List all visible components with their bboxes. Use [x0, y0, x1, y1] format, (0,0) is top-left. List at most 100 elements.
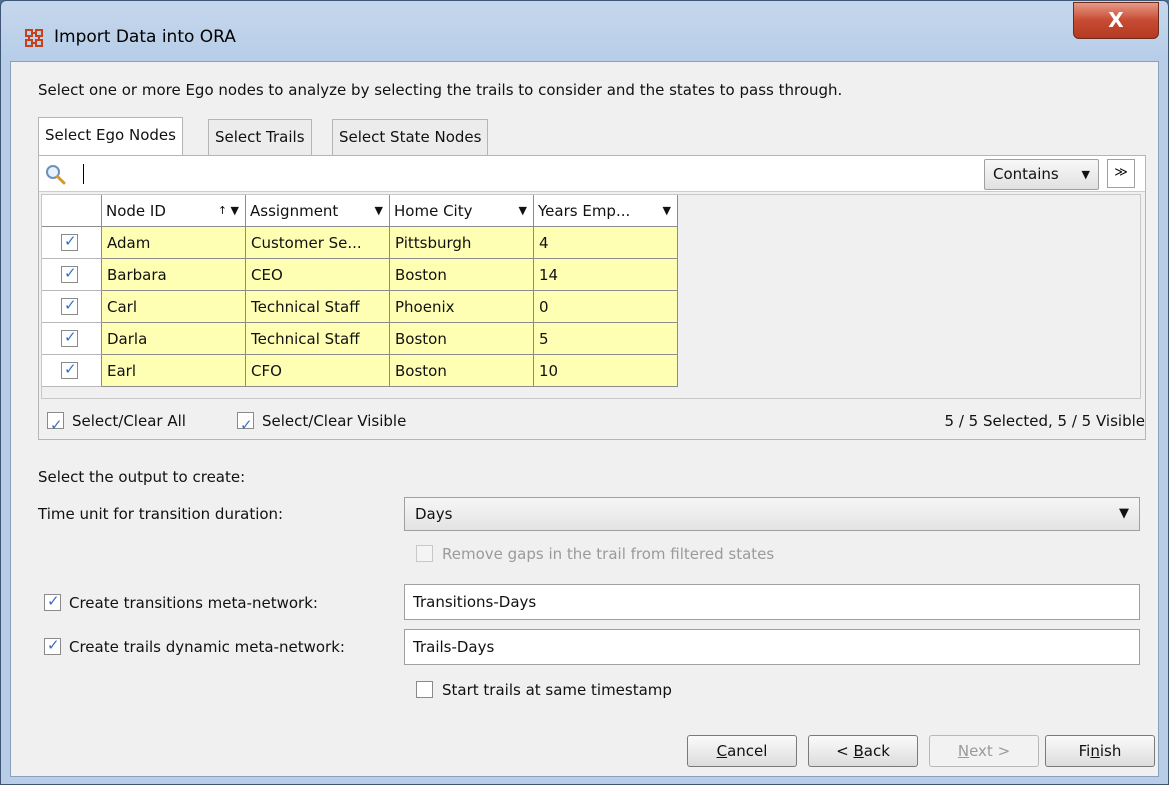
ora-app-icon	[25, 29, 43, 47]
cell-assignment[interactable]: Technical Staff	[246, 291, 390, 323]
checkbox-column-header	[42, 195, 102, 227]
row-checkbox[interactable]	[61, 360, 78, 379]
cell-years-employed[interactable]: 14	[534, 259, 678, 291]
cell-assignment[interactable]: CEO	[246, 259, 390, 291]
dialog-content: Select one or more Ego nodes to analyze …	[10, 61, 1159, 777]
column-header-assignment[interactable]: Assignment ▼	[246, 195, 390, 227]
checkbox-label: Create transitions meta-network:	[69, 594, 318, 612]
column-header-label: Assignment	[250, 202, 339, 220]
mnemonic-letter: n	[1090, 742, 1100, 760]
ego-nodes-panel: Contains ▼ ≫ Node ID ↑ ▼ Assignment ▼ Ho…	[38, 155, 1146, 440]
create-transitions-checkbox[interactable]: Create transitions meta-network:	[44, 592, 318, 612]
checkbox[interactable]	[44, 592, 61, 611]
row-checkbox-cell	[42, 259, 102, 291]
selection-controls: Select/Clear All Select/Clear Visible 5 …	[39, 406, 1145, 440]
search-icon	[46, 165, 66, 185]
sort-ascending-icon: ↑ ▼	[217, 204, 239, 217]
button-label-pre: Fi	[1078, 742, 1091, 760]
tab-select-ego-nodes[interactable]: Select Ego Nodes	[38, 117, 183, 155]
mnemonic-letter: B	[853, 742, 864, 760]
button-label-post: ish	[1099, 742, 1122, 760]
select-clear-all-checkbox[interactable]: Select/Clear All	[47, 406, 186, 440]
checkbox[interactable]	[47, 410, 64, 440]
close-icon: X	[1108, 8, 1124, 32]
cell-node-id[interactable]: Carl	[102, 291, 246, 323]
start-trails-checkbox[interactable]: Start trails at same timestamp	[416, 681, 672, 699]
checkbox-label: Create trails dynamic meta-network:	[69, 638, 345, 656]
cancel-button[interactable]: Cancel	[687, 735, 797, 767]
match-mode-dropdown[interactable]: Contains ▼	[984, 159, 1099, 190]
column-header-label: Node ID	[106, 202, 166, 220]
checkbox-label: Select/Clear All	[72, 412, 186, 430]
row-checkbox-cell	[42, 227, 102, 259]
cell-home-city[interactable]: Boston	[390, 323, 534, 355]
title-bar[interactable]: Import Data into ORA X	[1, 1, 1168, 61]
expand-options-button[interactable]: ≫	[1107, 159, 1135, 188]
column-header-years-employed[interactable]: Years Emp... ▼	[534, 195, 678, 227]
next-button[interactable]: Next >	[929, 735, 1039, 767]
cell-years-employed[interactable]: 0	[534, 291, 678, 323]
checkbox[interactable]	[416, 681, 433, 698]
chevron-down-icon: ▼	[374, 204, 383, 217]
column-header-node-id[interactable]: Node ID ↑ ▼	[102, 195, 246, 227]
create-trails-checkbox[interactable]: Create trails dynamic meta-network:	[44, 636, 345, 656]
tab-select-trails[interactable]: Select Trails	[208, 119, 312, 155]
row-checkbox[interactable]	[61, 296, 78, 315]
mnemonic-letter: N	[957, 742, 970, 760]
cell-home-city[interactable]: Phoenix	[390, 291, 534, 323]
trails-name-field[interactable]: Trails-Days	[404, 629, 1140, 665]
checkbox[interactable]	[44, 636, 61, 655]
cell-assignment[interactable]: Technical Staff	[246, 323, 390, 355]
column-header-label: Years Emp...	[538, 202, 631, 220]
transitions-name-field[interactable]: Transitions-Days	[404, 584, 1140, 620]
select-clear-visible-checkbox[interactable]: Select/Clear Visible	[237, 406, 406, 440]
tab-select-state-nodes[interactable]: Select State Nodes	[332, 119, 489, 155]
search-bar: Contains ▼ ≫	[39, 156, 1145, 192]
output-heading: Select the output to create:	[38, 468, 246, 486]
button-label-post: ext >	[969, 742, 1011, 760]
row-checkbox[interactable]	[61, 232, 78, 251]
nodes-table: Node ID ↑ ▼ Assignment ▼ Home City ▼ Yea…	[41, 194, 1141, 399]
instructions-text: Select one or more Ego nodes to analyze …	[38, 81, 843, 99]
cell-years-employed[interactable]: 10	[534, 355, 678, 387]
checkbox-label: Remove gaps in the trail from filtered s…	[442, 545, 775, 563]
remove-gaps-checkbox: Remove gaps in the trail from filtered s…	[416, 545, 774, 563]
row-checkbox[interactable]	[61, 328, 78, 347]
import-dialog-window: Import Data into ORA X Select one or mor…	[0, 0, 1169, 785]
chevron-down-icon: ▼	[518, 204, 527, 217]
button-label-post: ancel	[727, 742, 768, 760]
row-checkbox-cell	[42, 323, 102, 355]
cell-assignment[interactable]: CFO	[246, 355, 390, 387]
row-checkbox-cell	[42, 355, 102, 387]
cell-years-employed[interactable]: 4	[534, 227, 678, 259]
cell-node-id[interactable]: Earl	[102, 355, 246, 387]
row-checkbox-cell	[42, 291, 102, 323]
match-mode-label: Contains	[993, 165, 1059, 183]
text-cursor	[83, 164, 84, 184]
cell-home-city[interactable]: Boston	[390, 259, 534, 291]
cell-assignment[interactable]: Customer Se...	[246, 227, 390, 259]
cell-node-id[interactable]: Darla	[102, 323, 246, 355]
finish-button[interactable]: Finish	[1045, 735, 1155, 767]
checkbox[interactable]	[237, 410, 254, 440]
selection-status: 5 / 5 Selected, 5 / 5 Visible	[944, 412, 1145, 430]
window-title: Import Data into ORA	[54, 27, 236, 47]
time-unit-label: Time unit for transition duration:	[38, 505, 284, 523]
column-header-label: Home City	[394, 202, 473, 220]
cell-node-id[interactable]: Adam	[102, 227, 246, 259]
cell-home-city[interactable]: Boston	[390, 355, 534, 387]
double-chevron-icon: ≫	[1114, 165, 1128, 180]
cell-node-id[interactable]: Barbara	[102, 259, 246, 291]
time-unit-dropdown[interactable]: Days ▼	[404, 497, 1140, 531]
chevron-down-icon: ▼	[1119, 506, 1129, 521]
row-checkbox[interactable]	[61, 264, 78, 283]
checkbox	[416, 545, 433, 562]
close-button[interactable]: X	[1073, 2, 1159, 39]
back-button[interactable]: < Back	[808, 735, 918, 767]
time-unit-value: Days	[415, 505, 453, 523]
cell-years-employed[interactable]: 5	[534, 323, 678, 355]
column-header-home-city[interactable]: Home City ▼	[390, 195, 534, 227]
search-input[interactable]	[81, 162, 971, 186]
cell-home-city[interactable]: Pittsburgh	[390, 227, 534, 259]
chevron-down-icon: ▼	[1081, 168, 1090, 181]
